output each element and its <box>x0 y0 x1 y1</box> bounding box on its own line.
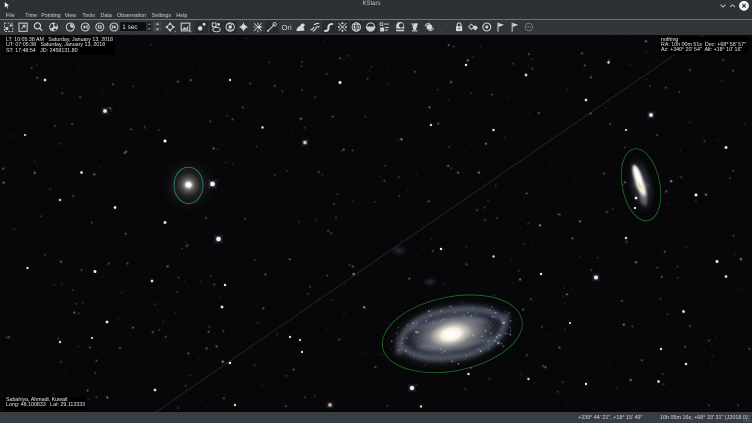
svg-text:1 sec: 1 sec <box>122 24 138 31</box>
svg-text:Ori: Ori <box>282 23 292 32</box>
